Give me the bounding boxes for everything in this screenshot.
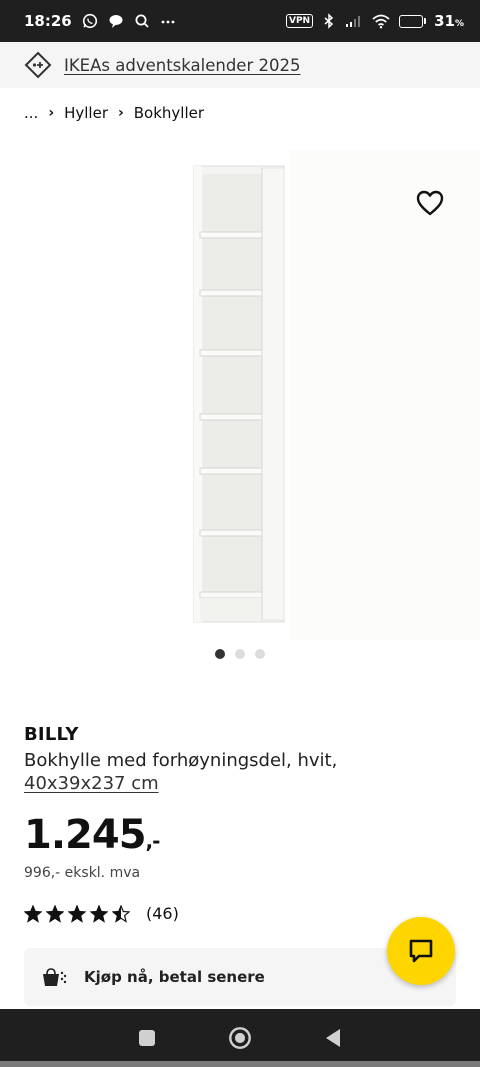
favorite-heart-icon[interactable] (416, 190, 444, 216)
battery-percent: 31% (434, 12, 464, 30)
offer-tag-icon (24, 51, 52, 79)
advent-calendar-link[interactable]: IKEAs adventskalender 2025 (64, 56, 300, 75)
star-icon (46, 904, 64, 923)
back-button[interactable] (321, 1026, 345, 1050)
price-ex-vat: 996,- ekskl. mva (24, 865, 141, 881)
whatsapp-icon (82, 13, 97, 29)
carousel-dot[interactable] (235, 649, 245, 659)
status-bar: 18:26 VPN 31% (0, 0, 480, 42)
breadcrumb-item-bokhyller[interactable]: Bokhyller (134, 104, 204, 122)
search-icon (135, 14, 149, 28)
chat-icon (409, 939, 433, 963)
star-icon (24, 904, 42, 923)
vpn-badge: VPN (286, 14, 314, 28)
price-suffix: ,- (145, 829, 161, 853)
price-main: 1.245 (24, 812, 147, 858)
chevron-right-icon: › (117, 105, 124, 121)
chevron-right-icon: › (48, 105, 55, 121)
product-image[interactable] (0, 150, 480, 640)
shopping-bag-icon (43, 968, 67, 986)
star-icon (112, 904, 130, 923)
star-icon (68, 904, 86, 923)
pay-later-label: Kjøp nå, betal senere (84, 968, 265, 986)
breadcrumb: ... › Hyller › Bokhyller (24, 104, 204, 122)
status-time: 18:26 (24, 12, 72, 30)
star-icon (90, 904, 108, 923)
carousel-dot[interactable] (255, 649, 265, 659)
product-price: 1.245,- (24, 812, 161, 858)
wifi-icon (372, 14, 390, 29)
rating-stars (24, 904, 130, 923)
square-icon (138, 1030, 155, 1046)
product-dimensions-link[interactable]: 40x39x237 cm (24, 773, 159, 794)
rating-count: (46) (146, 904, 179, 923)
chat-bubble-icon (109, 15, 123, 28)
chat-button[interactable] (387, 917, 455, 985)
carousel-dot[interactable] (215, 649, 225, 659)
gesture-handle (0, 1061, 480, 1067)
bluetooth-icon (324, 13, 334, 29)
signal-icon (346, 16, 361, 27)
recent-apps-button[interactable] (135, 1026, 159, 1050)
breadcrumb-item-hyller[interactable]: Hyller (64, 104, 108, 122)
carousel-dots (0, 649, 480, 659)
home-circle-icon (229, 1027, 251, 1049)
system-nav-bar (0, 1009, 480, 1067)
advent-banner[interactable]: IKEAs adventskalender 2025 (0, 42, 480, 88)
breadcrumb-ellipsis[interactable]: ... (24, 104, 38, 122)
product-brand: BILLY (24, 724, 79, 745)
battery-icon (399, 14, 427, 28)
more-dots-icon (161, 20, 175, 24)
home-button[interactable] (228, 1026, 252, 1050)
back-triangle-icon (326, 1029, 341, 1047)
product-rating[interactable]: (46) (24, 904, 179, 923)
product-description: Bokhylle med forhøyningsdel, hvit, (24, 750, 338, 771)
